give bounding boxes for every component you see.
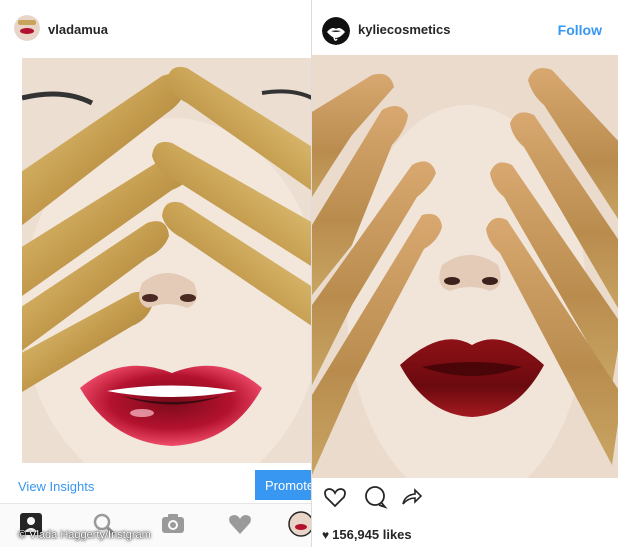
follow-button[interactable]: Follow — [558, 22, 602, 38]
right-post-panel: kyliecosmetics Follow ♥ 156,945 likes — [312, 0, 620, 547]
kylie-lips-logo[interactable] — [322, 17, 350, 45]
left-avatar[interactable] — [14, 15, 40, 41]
heart-icon[interactable] — [227, 511, 253, 537]
likes-count: ♥ 156,945 likes — [322, 527, 412, 542]
right-username[interactable]: kyliecosmetics — [358, 22, 451, 37]
post-actions — [312, 484, 620, 514]
left-post-panel: vladamua View Insights Promote © Vlada H… — [0, 0, 312, 547]
photo-credit: © Vlada Haggerty/Instgram — [18, 529, 151, 541]
left-post-header: vladamua — [0, 0, 311, 58]
right-post-header: kyliecosmetics Follow — [312, 0, 620, 58]
promote-button[interactable]: Promote — [255, 470, 311, 500]
comment-icon[interactable] — [362, 484, 388, 510]
share-icon[interactable] — [398, 484, 424, 510]
heart-small-icon: ♥ — [322, 528, 330, 542]
view-insights-link[interactable]: View Insights — [18, 479, 94, 494]
heart-icon[interactable] — [322, 484, 348, 510]
insights-bar: View Insights Promote — [0, 468, 311, 500]
camera-icon[interactable] — [160, 511, 186, 537]
left-username[interactable]: vladamua — [48, 22, 108, 37]
avatar-icon[interactable] — [288, 511, 311, 537]
left-post-photo[interactable] — [22, 58, 311, 463]
right-post-photo[interactable] — [312, 55, 618, 478]
